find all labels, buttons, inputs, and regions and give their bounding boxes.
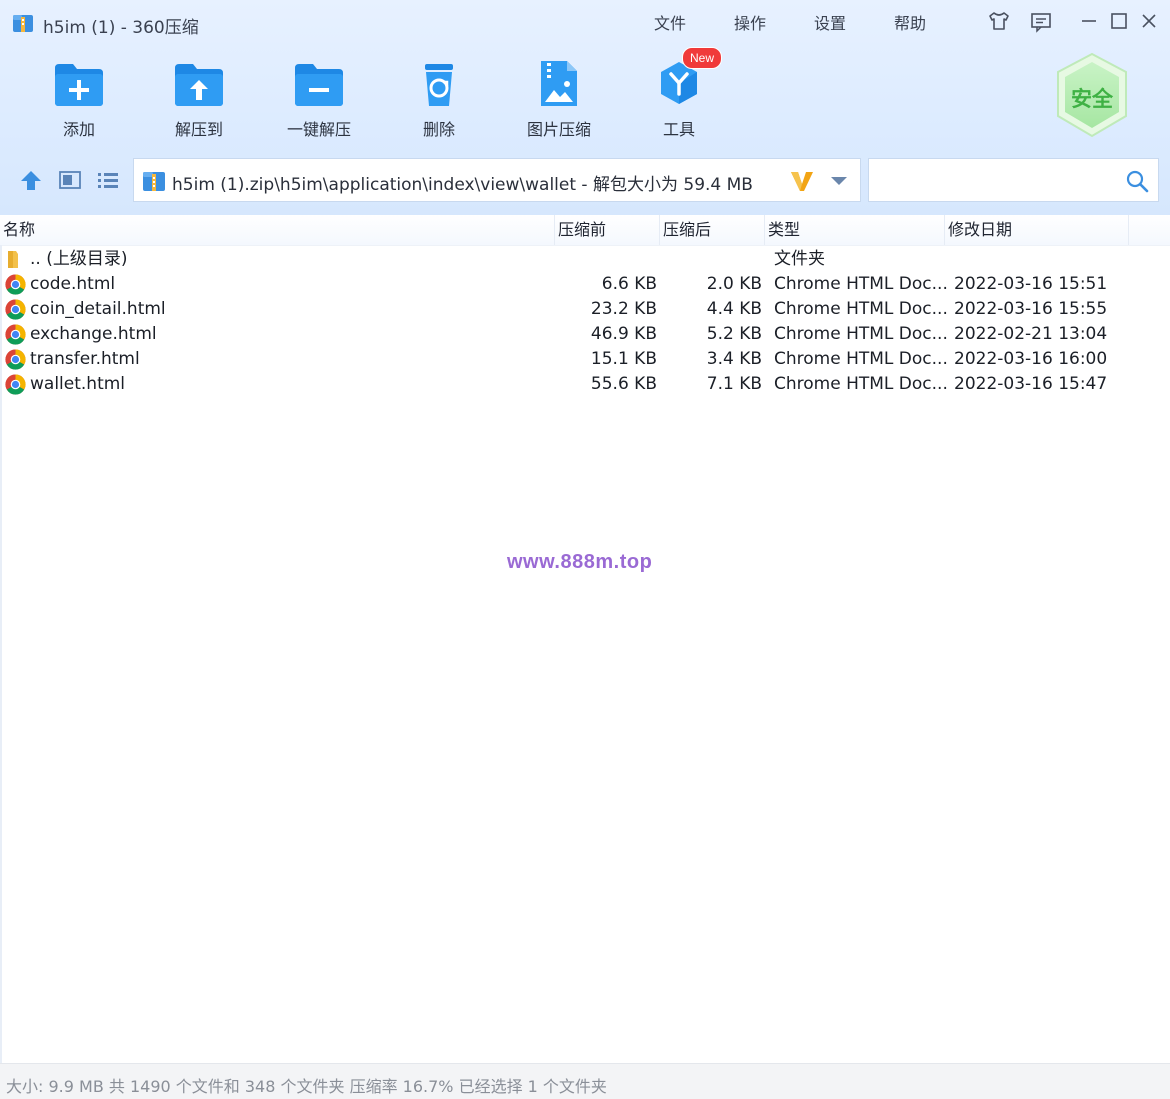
search-input[interactable] xyxy=(877,167,1121,195)
title-bar: h5im (1) - 360压缩 文件 操作 设置 帮助 xyxy=(0,0,1170,44)
delete-icon xyxy=(425,64,453,106)
file-type: Chrome HTML Doc... xyxy=(774,349,948,369)
thumbnail-view-icon[interactable] xyxy=(57,165,83,195)
file-name: wallet.html xyxy=(30,374,126,394)
one-click-extract-label: 一键解压 xyxy=(286,120,351,139)
original-size: 46.9 KB xyxy=(590,324,657,344)
chrome-html-icon xyxy=(5,324,26,345)
maximize-icon[interactable] xyxy=(1106,8,1132,34)
file-type: Chrome HTML Doc... xyxy=(774,299,948,319)
search-box[interactable] xyxy=(868,158,1159,202)
delete-label: 删除 xyxy=(422,120,455,139)
table-row[interactable]: coin_detail.html 23.2 KB 4.4 KB Chrome H… xyxy=(0,297,1168,322)
delete-button[interactable]: 删除 xyxy=(384,58,494,142)
compressed-size: 5.2 KB xyxy=(706,324,762,344)
folder-icon xyxy=(8,251,18,268)
compressed-size: 4.4 KB xyxy=(706,299,762,319)
tools-label: 工具 xyxy=(662,120,695,139)
file-type: Chrome HTML Doc... xyxy=(774,374,948,394)
zip-archive-icon xyxy=(143,172,165,191)
app-logo-icon xyxy=(13,15,33,32)
new-badge: New xyxy=(682,47,722,69)
verified-v-icon[interactable] xyxy=(789,169,815,193)
menu-file[interactable]: 文件 xyxy=(654,10,686,34)
menu-operate[interactable]: 操作 xyxy=(734,10,766,34)
chrome-html-icon xyxy=(5,374,26,395)
original-size: 55.6 KB xyxy=(590,374,657,394)
column-header: 名称 压缩前 压缩后 类型 修改日期 xyxy=(0,215,1170,246)
status-bar: 大小: 9.9 MB 共 1490 个文件和 348 个文件夹 压缩率 16.7… xyxy=(0,1063,1170,1099)
table-row[interactable]: transfer.html 15.1 KB 3.4 KB Chrome HTML… xyxy=(0,347,1168,372)
compressed-size: 3.4 KB xyxy=(706,349,762,369)
original-size: 23.2 KB xyxy=(590,299,657,319)
address-bar[interactable]: h5im (1).zip\h5im\application\index\view… xyxy=(133,158,861,202)
menu-help[interactable]: 帮助 xyxy=(894,10,926,34)
compressed-size: 7.1 KB xyxy=(706,374,762,394)
parent-directory-row[interactable]: .. (上级目录) 文件夹 xyxy=(0,247,1168,272)
list-view-icon[interactable] xyxy=(95,165,121,195)
parent-directory-type: 文件夹 xyxy=(774,249,825,269)
minimize-icon[interactable] xyxy=(1076,8,1102,34)
column-compressed-size[interactable]: 压缩后 xyxy=(660,215,765,245)
table-row[interactable]: code.html 6.6 KB 2.0 KB Chrome HTML Doc.… xyxy=(0,272,1168,297)
chrome-html-icon xyxy=(5,349,26,370)
extract-to-icon xyxy=(175,64,223,106)
extract-to-label: 解压到 xyxy=(174,120,223,139)
compressed-size: 2.0 KB xyxy=(706,274,762,294)
image-compress-icon xyxy=(541,61,577,106)
file-type: Chrome HTML Doc... xyxy=(774,274,948,294)
modified-date: 2022-03-16 15:55 xyxy=(954,299,1108,319)
original-size: 15.1 KB xyxy=(590,349,657,369)
modified-date: 2022-03-16 15:47 xyxy=(954,374,1108,394)
one-click-extract-button[interactable]: 一键解压 xyxy=(264,58,374,142)
modified-date: 2022-02-21 13:04 xyxy=(954,324,1108,344)
chrome-html-icon xyxy=(5,274,26,295)
file-name: coin_detail.html xyxy=(30,299,166,319)
up-directory-icon[interactable] xyxy=(18,165,44,195)
tools-button[interactable]: 工具 xyxy=(624,58,734,142)
modified-date: 2022-03-16 15:51 xyxy=(954,274,1108,294)
file-type: Chrome HTML Doc... xyxy=(774,324,948,344)
window-title: h5im (1) - 360压缩 xyxy=(43,18,199,38)
security-badge-label: 安全 xyxy=(1071,87,1114,111)
chevron-down-icon[interactable] xyxy=(830,175,848,187)
column-original-size[interactable]: 压缩前 xyxy=(555,215,660,245)
status-text: 大小: 9.9 MB 共 1490 个文件和 348 个文件夹 压缩率 16.7… xyxy=(6,1077,607,1096)
add-label: 添加 xyxy=(62,120,95,139)
column-modified[interactable]: 修改日期 xyxy=(945,215,1129,245)
table-row[interactable]: exchange.html 46.9 KB 5.2 KB Chrome HTML… xyxy=(0,322,1168,347)
add-folder-icon xyxy=(55,64,103,106)
archive-path: h5im (1).zip\h5im\application\index\view… xyxy=(172,175,753,195)
search-icon[interactable] xyxy=(1125,169,1149,193)
chrome-html-icon xyxy=(5,299,26,320)
file-name: exchange.html xyxy=(30,324,157,344)
add-button[interactable]: 添加 xyxy=(24,58,134,142)
menu-settings[interactable]: 设置 xyxy=(814,10,846,34)
close-icon[interactable] xyxy=(1136,8,1162,34)
security-shield-icon[interactable]: 安全 xyxy=(1052,50,1132,142)
column-name[interactable]: 名称 xyxy=(0,215,555,245)
original-size: 6.6 KB xyxy=(601,274,657,294)
table-row[interactable]: wallet.html 55.6 KB 7.1 KB Chrome HTML D… xyxy=(0,372,1168,397)
file-name: code.html xyxy=(30,274,116,294)
image-compress-label: 图片压缩 xyxy=(526,120,591,139)
extract-to-button[interactable]: 解压到 xyxy=(144,58,254,142)
feedback-icon[interactable] xyxy=(1028,8,1054,34)
one-click-extract-icon xyxy=(295,64,343,106)
skin-icon[interactable] xyxy=(986,8,1012,34)
parent-directory-name: .. (上级目录) xyxy=(30,249,128,269)
column-type[interactable]: 类型 xyxy=(765,215,945,245)
image-compress-button[interactable]: 图片压缩 xyxy=(504,58,614,142)
file-name: transfer.html xyxy=(30,349,140,369)
watermark-text: www.888m.top xyxy=(507,551,653,573)
modified-date: 2022-03-16 16:00 xyxy=(954,349,1108,369)
